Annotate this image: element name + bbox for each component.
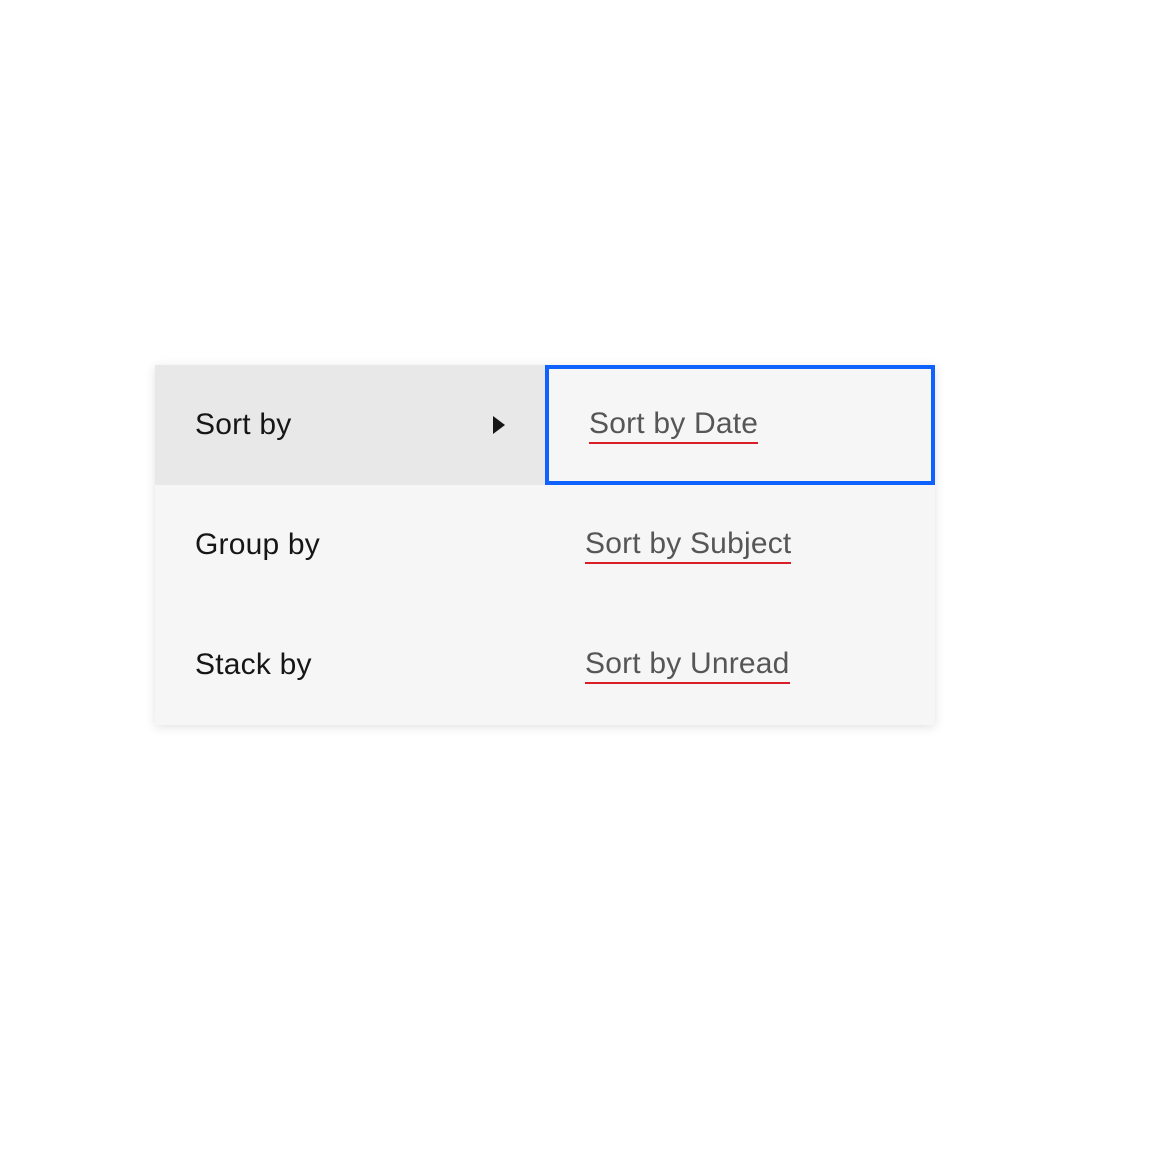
menu-item-group-by[interactable]: Group by <box>155 485 545 605</box>
menu-item-label: Group by <box>195 528 320 562</box>
menu-item-sort-by[interactable]: Sort by <box>155 365 545 485</box>
menu-item-stack-by[interactable]: Stack by <box>155 605 545 725</box>
context-menu-container: Sort by Group by Stack by Sort by Date S… <box>155 365 935 725</box>
submenu-item-sort-by-subject[interactable]: Sort by Subject <box>545 485 935 605</box>
submenu-item-label: Sort by Subject <box>585 527 791 564</box>
submenu: Sort by Date Sort by Subject Sort by Unr… <box>545 365 935 725</box>
main-menu: Sort by Group by Stack by <box>155 365 545 725</box>
menu-item-label: Stack by <box>195 648 312 682</box>
submenu-item-label: Sort by Date <box>589 407 758 444</box>
submenu-item-sort-by-date[interactable]: Sort by Date <box>545 365 935 485</box>
submenu-item-sort-by-unread[interactable]: Sort by Unread <box>545 605 935 725</box>
menu-item-label: Sort by <box>195 408 291 442</box>
submenu-item-label: Sort by Unread <box>585 647 790 684</box>
submenu-caret-icon <box>493 416 505 434</box>
